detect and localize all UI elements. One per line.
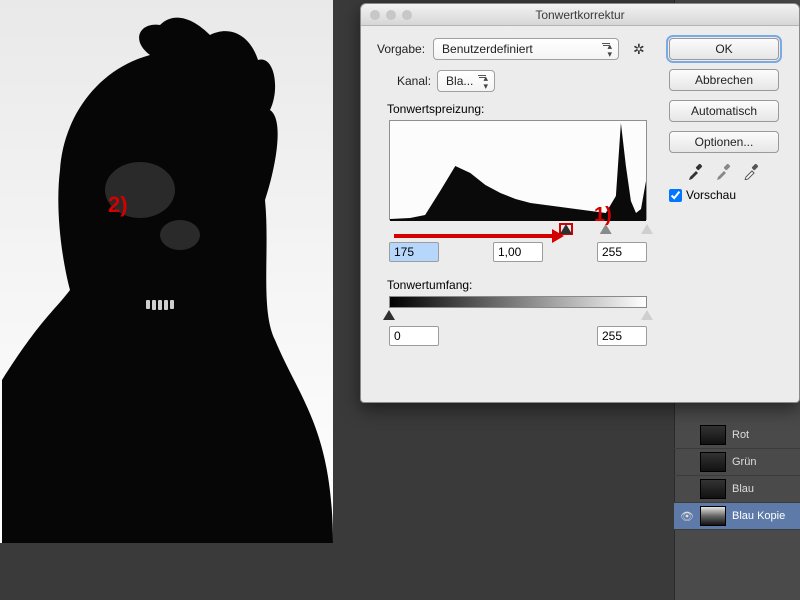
gear-icon[interactable]: ✲ [633, 41, 645, 58]
dialog-title: Tonwertkorrektur [535, 8, 624, 22]
output-range-label: Tonwertumfang: [387, 278, 472, 292]
document-canvas[interactable]: 2) [0, 0, 333, 543]
annotation-2: 2) [108, 192, 128, 218]
channel-row-rot[interactable]: Rot [674, 422, 800, 449]
channel-thumb [700, 425, 726, 445]
eyedropper-black-icon[interactable] [687, 162, 705, 180]
gamma-input[interactable] [493, 242, 543, 262]
eyedropper-white-icon[interactable] [743, 162, 761, 180]
channel-row-gruen[interactable]: Grün [674, 449, 800, 476]
channel-row-blau[interactable]: Blau [674, 476, 800, 503]
output-gradient[interactable] [389, 296, 647, 308]
eyedropper-gray-icon[interactable] [715, 162, 733, 180]
channel-label: Blau Kopie [732, 510, 785, 522]
visibility-toggle[interactable]: 👁 [680, 510, 694, 523]
preview-checkbox-row[interactable]: Vorschau [669, 188, 779, 202]
histogram-label: Tonwertspreizung: [387, 102, 484, 116]
output-white-slider[interactable] [641, 310, 653, 320]
dialog-titlebar[interactable]: Tonwertkorrektur [361, 4, 799, 26]
channel-label: Grün [732, 456, 756, 468]
preview-checkbox[interactable] [669, 189, 682, 202]
auto-button[interactable]: Automatisch [669, 100, 779, 122]
channel-label: Rot [732, 429, 749, 441]
channel-label: Kanal: [397, 74, 431, 88]
levels-dialog: Tonwertkorrektur Vorgabe: Benutzerdefini… [360, 3, 800, 403]
white-point-input[interactable] [597, 242, 647, 262]
output-sliders [389, 310, 647, 322]
channels-panel: Rot Grün Blau 👁 Blau Kopie [674, 422, 800, 530]
cancel-button[interactable]: Abbrechen [669, 69, 779, 91]
options-button[interactable]: Optionen... [669, 131, 779, 153]
preview-label: Vorschau [686, 188, 736, 202]
annotation-1: 1) [594, 204, 612, 227]
channel-label: Blau [732, 483, 754, 495]
ok-button[interactable]: OK [669, 38, 779, 60]
black-point-input[interactable] [389, 242, 439, 262]
annotation-arrow [394, 234, 554, 238]
channel-combo[interactable]: Bla...▴▾ [437, 70, 495, 92]
preset-label: Vorgabe: [377, 42, 425, 56]
channel-thumb [700, 506, 726, 526]
silhouette-image [0, 0, 333, 543]
white-point-slider[interactable] [641, 224, 653, 234]
channel-thumb [700, 452, 726, 472]
output-black-input[interactable] [389, 326, 439, 346]
output-white-input[interactable] [597, 326, 647, 346]
channel-thumb [700, 479, 726, 499]
channel-row-blau-kopie[interactable]: 👁 Blau Kopie [674, 503, 800, 530]
preset-combo[interactable]: Benutzerdefiniert▴▾ [433, 38, 619, 60]
output-black-slider[interactable] [383, 310, 395, 320]
